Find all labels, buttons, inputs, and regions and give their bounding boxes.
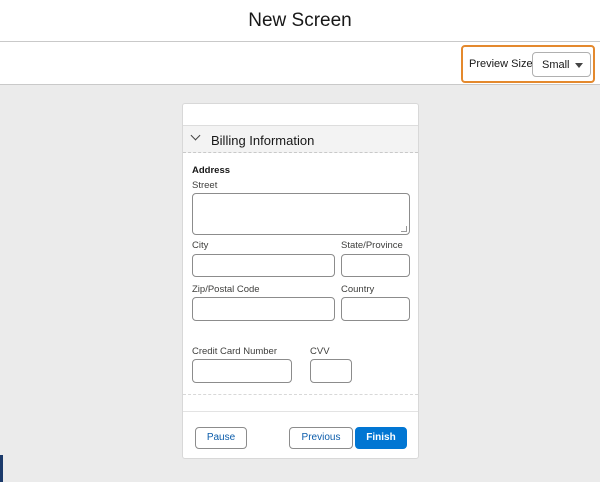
resize-grip-icon[interactable] bbox=[401, 226, 407, 232]
zip-label: Zip/Postal Code bbox=[192, 284, 260, 295]
pause-button[interactable]: Pause bbox=[195, 427, 247, 449]
chevron-down-icon[interactable] bbox=[190, 130, 201, 141]
section-title: Billing Information bbox=[211, 133, 315, 148]
city-label: City bbox=[192, 240, 209, 251]
country-field[interactable] bbox=[341, 297, 410, 321]
state-field[interactable] bbox=[341, 254, 410, 277]
cvv-field[interactable] bbox=[310, 359, 352, 383]
preview-toolbar: Preview Size Small bbox=[0, 42, 600, 85]
section-divider bbox=[183, 394, 418, 395]
zip-field[interactable] bbox=[192, 297, 335, 321]
country-label: Country bbox=[341, 284, 375, 295]
state-label: State/Province bbox=[341, 240, 403, 251]
finish-button[interactable]: Finish bbox=[355, 427, 407, 449]
street-textarea[interactable] bbox=[192, 193, 410, 235]
preview-size-select[interactable]: Small bbox=[532, 52, 591, 77]
previous-button[interactable]: Previous bbox=[289, 427, 353, 449]
page-title: New Screen bbox=[248, 10, 352, 31]
footer-divider bbox=[183, 411, 418, 412]
preview-size-label: Preview Size bbox=[469, 58, 533, 70]
street-label: Street bbox=[192, 180, 218, 191]
title-bar: New Screen bbox=[0, 0, 600, 42]
card-number-field[interactable] bbox=[192, 359, 292, 383]
preview-size-control: Preview Size Small bbox=[461, 45, 595, 83]
card-number-label: Credit Card Number bbox=[192, 346, 277, 357]
address-heading: Address bbox=[192, 165, 231, 176]
caret-down-icon bbox=[575, 63, 583, 68]
screen-preview-card: Billing Information Address Street City … bbox=[182, 103, 419, 459]
city-field[interactable] bbox=[192, 254, 335, 277]
cvv-label: CVV bbox=[310, 346, 330, 357]
billing-section-header[interactable]: Billing Information bbox=[183, 125, 418, 153]
preview-size-value: Small bbox=[542, 59, 570, 71]
left-edge-accent bbox=[0, 455, 3, 482]
